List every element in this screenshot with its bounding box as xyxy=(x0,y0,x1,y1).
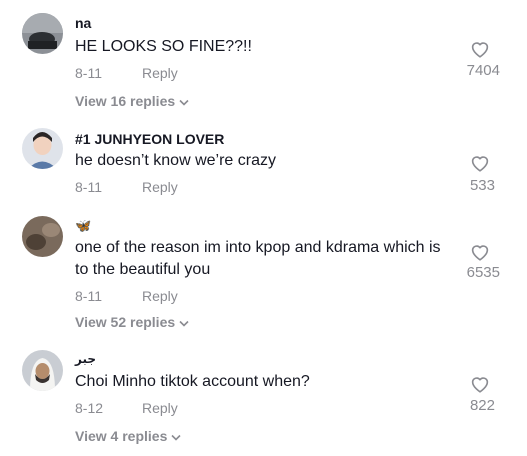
reply-button[interactable]: Reply xyxy=(142,179,178,195)
comment-date: 8-12 xyxy=(75,400,104,416)
heart-icon[interactable] xyxy=(470,243,490,261)
heart-icon[interactable] xyxy=(470,154,490,172)
view-replies-button[interactable]: View 4 replies xyxy=(75,428,181,444)
like-count: 822 xyxy=(469,397,495,414)
avatar[interactable] xyxy=(22,128,63,169)
comment-text: Choi Minho tiktok account when? xyxy=(75,373,310,390)
heart-icon[interactable] xyxy=(470,40,490,58)
reply-button[interactable]: Reply xyxy=(142,65,178,81)
avatar[interactable] xyxy=(22,216,63,257)
comment-username[interactable]: #1 JUNHYEON LOVER xyxy=(75,131,224,147)
heart-icon[interactable] xyxy=(470,375,490,393)
chevron-down-icon xyxy=(179,320,189,327)
comment-date: 8-11 xyxy=(75,65,102,81)
view-replies-button[interactable]: View 16 replies xyxy=(75,93,189,109)
comment-text: HE LOOKS SO FINE??!! xyxy=(75,38,252,55)
reply-button[interactable]: Reply xyxy=(142,400,178,416)
avatar[interactable] xyxy=(22,13,63,54)
view-replies-label: View 52 replies xyxy=(75,314,176,330)
comment-text: he doesn’t know we’re crazy xyxy=(75,152,276,169)
reply-button[interactable]: Reply xyxy=(142,288,178,304)
comment-text: one of the reason im into kpop and kdram… xyxy=(75,239,441,278)
view-replies-label: View 16 replies xyxy=(75,93,176,109)
comment-username[interactable]: 🦋 xyxy=(75,218,91,234)
comment-date: 8-11 xyxy=(75,179,102,195)
comment-username[interactable]: جبر xyxy=(75,352,96,366)
chevron-down-icon xyxy=(179,99,189,106)
like-count: 7404 xyxy=(466,62,500,79)
comment-date: 8-11 xyxy=(75,288,102,304)
avatar[interactable] xyxy=(22,350,63,391)
like-count: 533 xyxy=(469,177,495,194)
comment-username[interactable]: na xyxy=(75,15,91,31)
chevron-down-icon xyxy=(171,434,181,441)
view-replies-label: View 4 replies xyxy=(75,428,168,444)
view-replies-button[interactable]: View 52 replies xyxy=(75,314,189,330)
like-count: 6535 xyxy=(466,264,500,281)
